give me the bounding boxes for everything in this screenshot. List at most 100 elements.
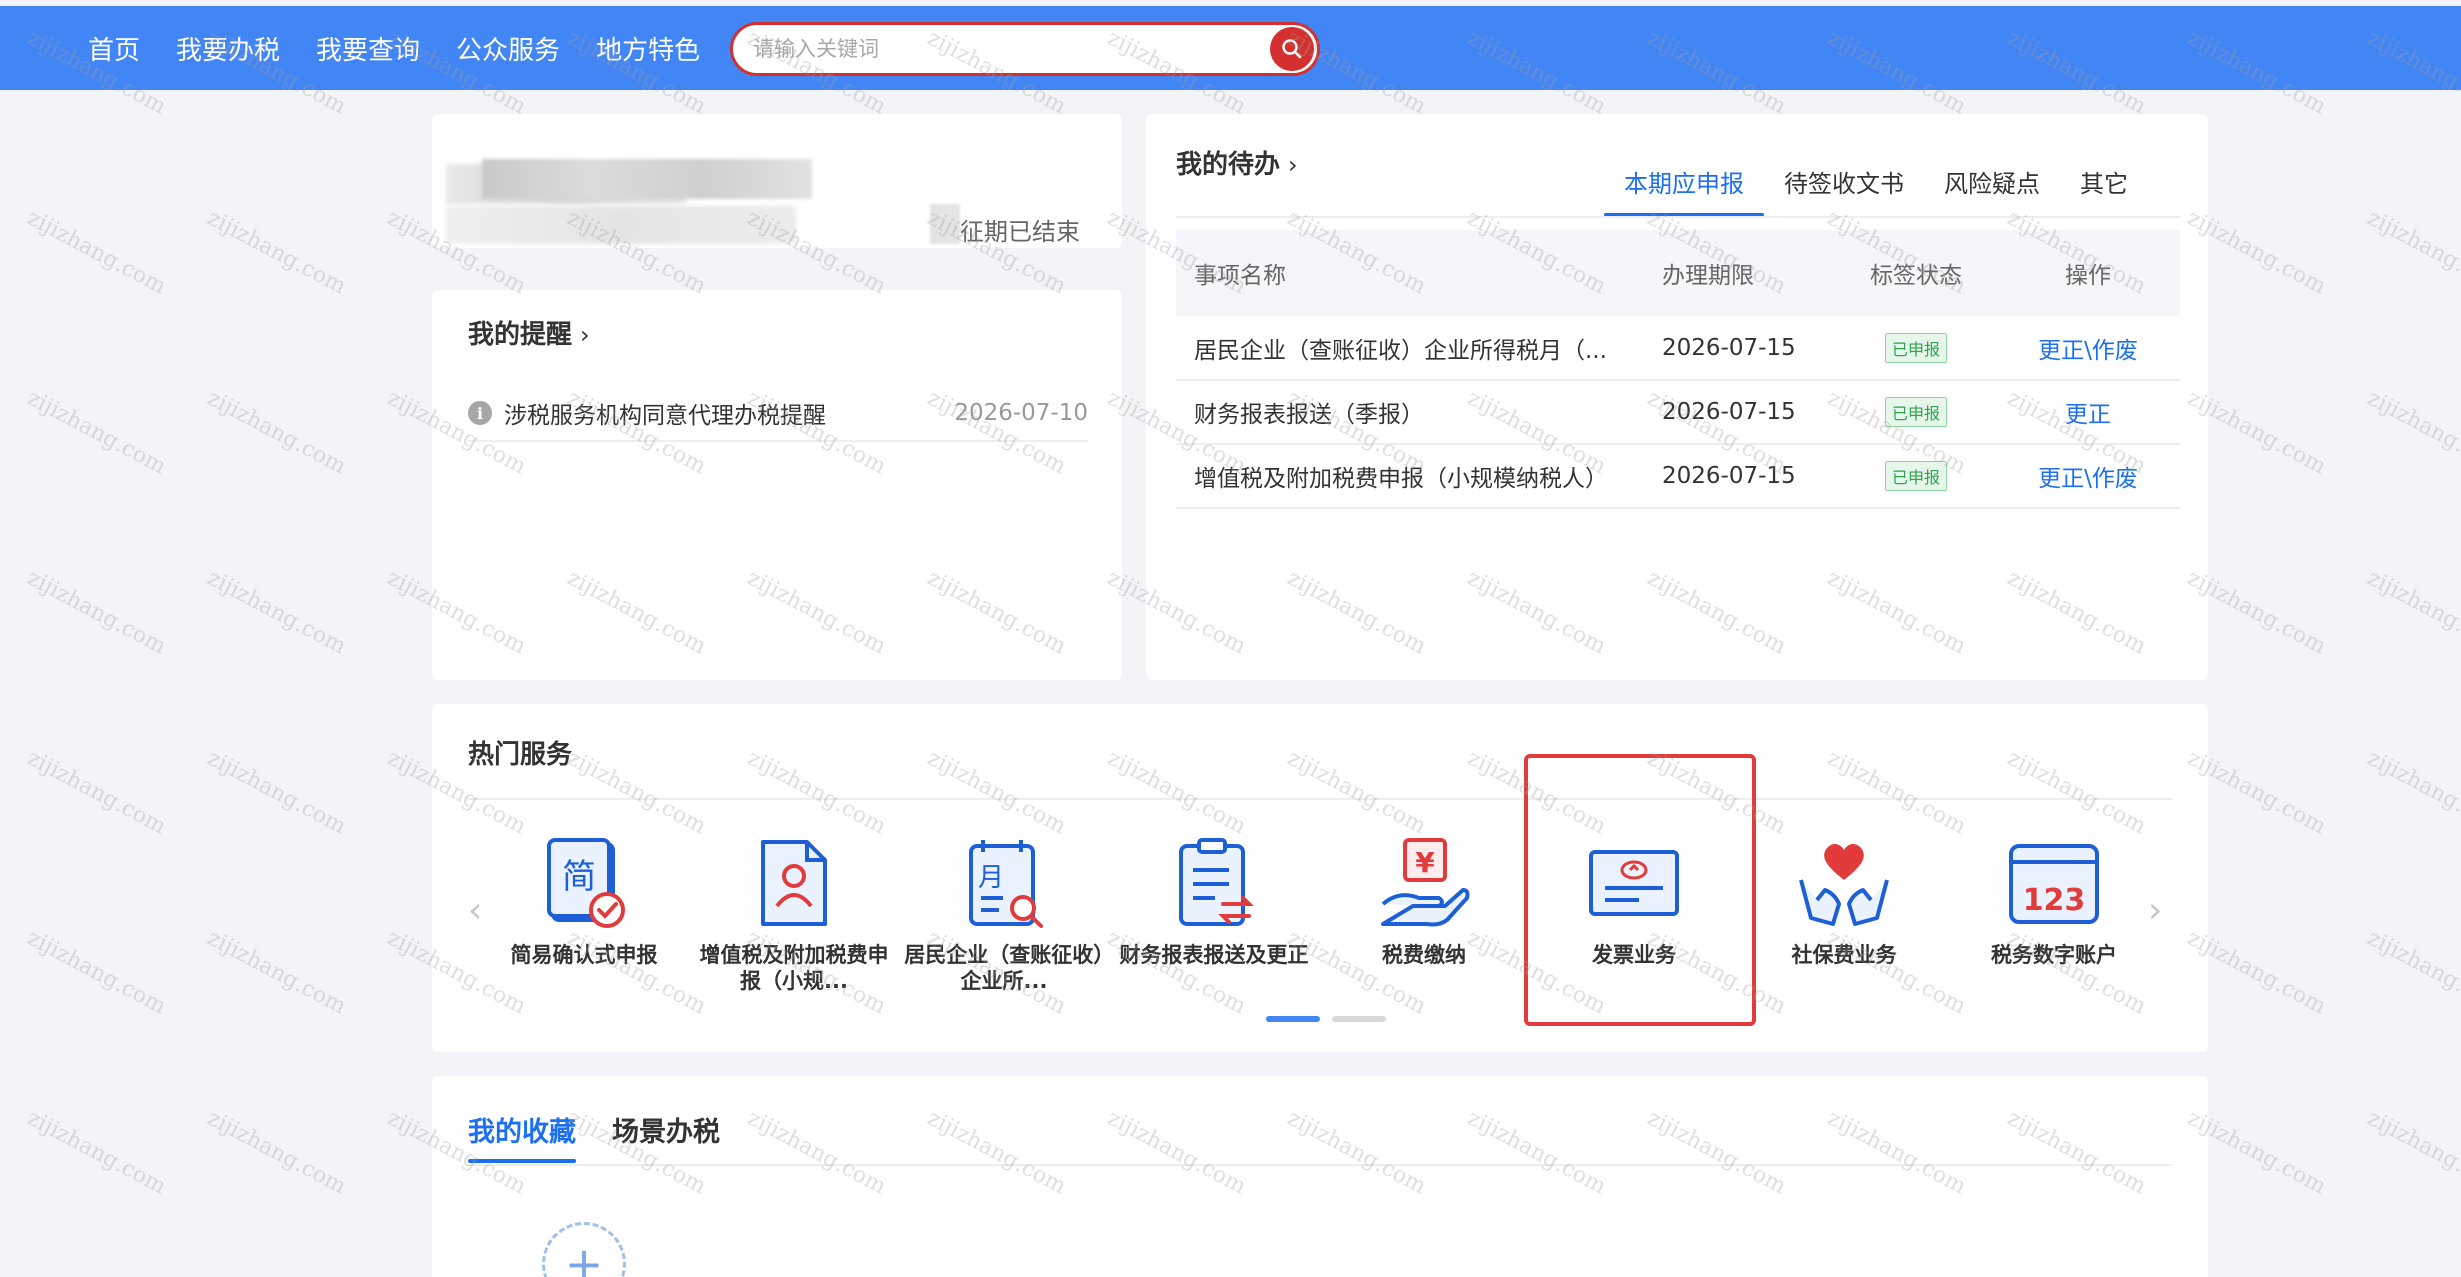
favorites-tabs: 我的收藏 场景办税 (468, 1110, 756, 1163)
watermark-text: zijizhang.com (2363, 1105, 2461, 1200)
watermark-text: zijizhang.com (203, 565, 350, 660)
watermark-text: zijizhang.com (2363, 565, 2461, 660)
redacted-block (930, 204, 960, 244)
status-badge: 已申报 (1884, 332, 1947, 363)
tab-documents-to-sign[interactable]: 待签收文书 (1784, 164, 1904, 211)
service-label: 增值税及附加税费申报（小规... (699, 943, 889, 993)
chevron-right-icon: › (580, 321, 590, 349)
nav-item-home[interactable]: 首页 (88, 30, 140, 67)
period-status-text: 征期已结束 (960, 218, 1080, 246)
divider (468, 798, 2172, 800)
user-info-card: 征期已结束 (432, 114, 1122, 248)
my-reminders-card: 我的提醒 › i 涉税服务机构同意代理办税提醒 2026-07-10 (432, 290, 1122, 680)
tax-payment-icon: ¥ (1381, 838, 1470, 927)
table-row: 居民企业（查账征收）企业所得税月（... 2026-07-15 已申报 更正\作… (1176, 316, 2180, 381)
redacted-block (446, 206, 796, 244)
digital-account-icon: 123 (2009, 844, 2099, 924)
column-header-action: 操作 (1996, 230, 2180, 316)
watermark-text: zijizhang.com (203, 385, 350, 480)
reminder-text: 涉税服务机构同意代理办税提醒 (504, 403, 826, 429)
carousel-dot-1[interactable] (1266, 1016, 1320, 1022)
service-label: 税费缴纳 (1382, 943, 1466, 967)
tab-my-favorites[interactable]: 我的收藏 (468, 1110, 576, 1163)
tab-others[interactable]: 其它 (2080, 164, 2128, 211)
carousel-prev-arrow[interactable]: ‹ (468, 890, 482, 931)
watermark-text: zijizhang.com (23, 565, 170, 660)
chevron-right-icon: › (1288, 151, 1298, 179)
service-enterprise-income[interactable]: 月 居民企业（查账征收）企业所... (904, 828, 1104, 994)
watermark-text: zijizhang.com (203, 1105, 350, 1200)
service-digital-account[interactable]: 123 税务数字账户 (1954, 828, 2154, 968)
table-row: 增值税及附加税费申报（小规模纳税人） 2026-07-15 已申报 更正\作废 (1176, 444, 2180, 509)
icon-char: 简 (562, 857, 596, 897)
highlight-box (1524, 754, 1756, 1026)
column-header-status: 标签状态 (1836, 230, 1996, 316)
tab-scenario-tax[interactable]: 场景办税 (612, 1110, 720, 1163)
search-input[interactable] (753, 37, 1270, 61)
search-box (730, 22, 1320, 76)
carousel-dot-2[interactable] (1332, 1016, 1386, 1022)
favorites-card: 我的收藏 场景办税 + (432, 1076, 2208, 1277)
todo-item-name: 财务报表报送（季报） (1194, 402, 1424, 428)
search-button[interactable] (1270, 27, 1314, 71)
icon-char: ¥ (1415, 846, 1435, 879)
table-header-row: 事项名称 办理期限 标签状态 操作 (1176, 230, 2180, 316)
service-financial-report[interactable]: 财务报表报送及更正 (1114, 828, 1314, 968)
nav-item-query[interactable]: 我要查询 (316, 30, 420, 67)
column-header-name: 事项名称 (1176, 230, 1646, 316)
simple-declare-icon: 简 (547, 838, 625, 928)
service-social-security[interactable]: 社保费业务 (1744, 828, 1944, 968)
watermark-text: zijizhang.com (23, 385, 170, 480)
watermark-text: zijizhang.com (2363, 205, 2461, 300)
watermark-text: zijizhang.com (2363, 385, 2461, 480)
redacted-company-name (482, 159, 812, 199)
reminder-item[interactable]: i 涉税服务机构同意代理办税提醒 2026-07-10 (468, 386, 1088, 442)
icon-digits: 123 (2023, 883, 2086, 918)
carousel-indicator (1266, 1016, 1398, 1022)
watermark-text: zijizhang.com (203, 205, 350, 300)
my-todo-card: 我的待办 › 本期应申报 待签收文书 风险疑点 其它 事项名称 办理期限 标签状态… (1146, 114, 2208, 680)
main-nav: 首页 我要办税 我要查询 公众服务 地方特色 (88, 30, 736, 67)
todo-title[interactable]: 我的待办 › (1176, 144, 1298, 181)
reminders-title-text: 我的提醒 (468, 320, 573, 350)
financial-report-icon (1179, 838, 1254, 926)
nav-item-local-features[interactable]: 地方特色 (596, 30, 700, 67)
nav-item-tax-handling[interactable]: 我要办税 (176, 30, 280, 67)
watermark-text: zijizhang.com (23, 925, 170, 1020)
correct-link[interactable]: 更正 (2065, 402, 2111, 428)
service-vat-declare[interactable]: 增值税及附加税费申报（小规... (694, 828, 894, 994)
status-badge: 已申报 (1884, 461, 1947, 491)
tab-current-declaration[interactable]: 本期应申报 (1604, 164, 1764, 217)
reminders-title[interactable]: 我的提醒 › (468, 314, 590, 351)
todo-item-deadline: 2026-07-15 (1646, 316, 1836, 381)
correct-void-link[interactable]: 更正\作废 (2038, 338, 2138, 364)
hot-services-card: 热门服务 ‹ › 简 简易确认式申报 增值税及附加税费申报（小规... 月 居民… (432, 704, 2208, 1052)
service-label: 简易确认式申报 (510, 943, 658, 967)
add-favorite-button[interactable]: + (542, 1222, 626, 1277)
service-label: 社保费业务 (1791, 943, 1897, 967)
table-row: 财务报表报送（季报） 2026-07-15 已申报 更正 (1176, 380, 2180, 445)
watermark-text: zijizhang.com (23, 1105, 170, 1200)
watermark-text: zijizhang.com (23, 745, 170, 840)
tab-risk-doubts[interactable]: 风险疑点 (1944, 164, 2040, 211)
hot-services-title: 热门服务 (468, 740, 573, 770)
todo-title-text: 我的待办 (1176, 150, 1281, 180)
enterprise-income-icon: 月 (969, 840, 1043, 928)
watermark-text: zijizhang.com (23, 205, 170, 300)
social-security-icon (1799, 843, 1889, 926)
service-label: 居民企业（查账征收）企业所... (904, 943, 1104, 993)
divider (1176, 216, 2180, 218)
service-label: 财务报表报送及更正 (1119, 943, 1309, 967)
service-tax-payment[interactable]: ¥ 税费缴纳 (1324, 828, 1524, 968)
divider (468, 1164, 2172, 1166)
info-icon: i (468, 401, 492, 425)
todo-table: 事项名称 办理期限 标签状态 操作 居民企业（查账征收）企业所得税月（... 2… (1176, 230, 2180, 509)
search-icon (1282, 39, 1302, 59)
todo-item-deadline: 2026-07-15 (1646, 444, 1836, 509)
service-label: 税务数字账户 (1991, 943, 2117, 967)
plus-icon: + (564, 1237, 604, 1277)
nav-item-public-service[interactable]: 公众服务 (456, 30, 560, 67)
status-badge: 已申报 (1884, 397, 1947, 427)
service-simple-declare[interactable]: 简 简易确认式申报 (484, 828, 684, 968)
correct-void-link[interactable]: 更正\作废 (2038, 466, 2138, 492)
